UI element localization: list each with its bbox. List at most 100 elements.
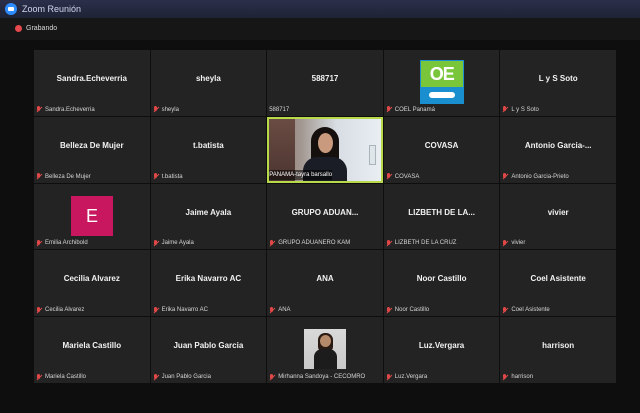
participant-tile[interactable]: Mariela Castillo Mariela Castillo [34, 317, 150, 383]
participant-name-label: Erika Navarro AC [153, 305, 208, 315]
mic-muted-icon [386, 373, 392, 381]
mic-muted-icon [36, 306, 42, 314]
zoom-logo-icon [5, 3, 17, 15]
participant-name-label: sheyla [153, 105, 179, 115]
participant-tile[interactable]: Cecilia Alvarez Cecilia Alvarez [34, 250, 150, 317]
participant-tile[interactable]: OE COEL Panamá [383, 50, 500, 116]
participant-display-name: 588717 [311, 74, 339, 83]
participant-name-label: harrison [502, 372, 533, 382]
mic-muted-icon [153, 239, 159, 247]
participant-tile[interactable]: harrison harrison [500, 317, 616, 383]
participant-tile[interactable]: 588717 588717 [267, 50, 383, 116]
profile-photo [304, 329, 347, 370]
participant-display-name: sheyla [195, 74, 221, 83]
participant-name-label: COEL Panamá [386, 105, 435, 115]
coel-logo-image: OE [419, 60, 464, 104]
participant-name-label: LIZBETH DE LA CRUZ [386, 238, 456, 248]
recording-indicator[interactable]: Grabando [0, 18, 640, 40]
participant-display-name: Cecilia Alvarez [63, 274, 120, 284]
mic-muted-icon [36, 106, 42, 113]
participant-tile[interactable]: ANA ANA [267, 250, 383, 317]
participant-tile[interactable]: GRUPO ADUAN... GRUPO ADUANERO KAM [267, 183, 383, 250]
participant-display-name: Jaime Ayala [185, 207, 232, 217]
participant-name-label: Juan Pablo Garcia [153, 372, 211, 382]
participant-name-label: vivier [502, 238, 525, 248]
participant-tile[interactable]: Sandra.Echeverria Sandra.Echeverria [34, 50, 150, 116]
participant-display-name: Antonio Garcia-... [524, 140, 592, 150]
participant-name-label: COVASA [386, 172, 419, 182]
participant-tile[interactable]: Coel Asistente Coel Asistente [500, 250, 616, 317]
mic-muted-icon [269, 306, 275, 314]
participant-name-label: Jaime Ayala [153, 238, 194, 248]
participant-name-label: Noor Castillo [386, 305, 429, 315]
participant-name-label: Belleza De Mujer [36, 172, 91, 182]
participant-name-label: L y S Soto [502, 105, 539, 115]
participant-display-name: Erika Navarro AC [175, 274, 242, 284]
recording-dot-icon [15, 25, 22, 32]
mic-muted-icon [153, 373, 159, 381]
participant-display-name: Mariela Castillo [62, 341, 122, 351]
active-speaker-tile[interactable]: PANAMA-tayra barsallo [267, 116, 383, 183]
participant-name-label: 588717 [269, 106, 290, 113]
participant-tile[interactable]: vivier vivier [500, 183, 616, 250]
mic-muted-icon [36, 173, 42, 180]
mic-muted-icon [502, 173, 508, 180]
participant-name-label: Luz.Vergara [386, 372, 427, 382]
participant-name-label: GRUPO ADUANERO KAM [269, 238, 350, 248]
participant-tile[interactable]: Juan Pablo Garcia Juan Pablo Garcia [150, 317, 267, 383]
mic-muted-icon [386, 106, 392, 113]
participant-display-name: L y S Soto [538, 74, 578, 83]
participant-name-label: Coel Asistente [502, 305, 550, 315]
participant-tile[interactable]: LIZBETH DE LA... LIZBETH DE LA CRUZ [383, 183, 500, 250]
mic-muted-icon [386, 306, 392, 314]
participant-tile[interactable]: Noor Castillo Noor Castillo [383, 250, 500, 317]
mic-muted-icon [153, 173, 159, 180]
mic-muted-icon [153, 306, 159, 314]
participant-name-label: Cecilia Alvarez [36, 305, 84, 315]
recording-label: Grabando [26, 25, 58, 32]
mic-muted-icon [153, 106, 159, 113]
participant-display-name: Luz.Vergara [418, 341, 465, 351]
window-title: Zoom Reunión [22, 4, 82, 14]
participant-display-name: t.batista [193, 140, 224, 150]
participant-name-label: Emilia Archibold [36, 238, 88, 248]
participant-name-label: Mirhanna Sandoya - CECOMRO [269, 372, 365, 382]
participant-tile[interactable]: Jaime Ayala Jaime Ayala [150, 183, 267, 250]
participant-display-name: vivier [547, 207, 569, 217]
mic-muted-icon [269, 239, 275, 247]
window-titlebar: Zoom Reunión [0, 0, 640, 18]
participant-display-name: Juan Pablo Garcia [173, 341, 244, 351]
participant-tile[interactable]: L y S Soto L y S Soto [500, 50, 616, 116]
gallery-grid: Sandra.Echeverria Sandra.Echeverria shey… [34, 50, 616, 383]
mic-muted-icon [386, 239, 392, 247]
participant-tile[interactable]: Belleza De Mujer Belleza De Mujer [34, 116, 150, 183]
participant-display-name: Coel Asistente [530, 274, 586, 284]
participant-tile[interactable]: Antonio Garcia-... Antonio Garcia-Prieto [500, 116, 616, 183]
participant-tile[interactable]: Luz.Vergara Luz.Vergara [383, 317, 500, 383]
participant-tile[interactable]: Mirhanna Sandoya - CECOMRO [267, 317, 383, 383]
participant-display-name: Noor Castillo [416, 274, 467, 284]
mic-muted-icon [502, 306, 508, 314]
participant-tile[interactable]: COVASA COVASA [383, 116, 500, 183]
participant-name-label: Antonio Garcia-Prieto [502, 172, 569, 182]
mic-muted-icon [386, 173, 392, 180]
participant-display-name: ANA [316, 274, 334, 284]
participant-name-label: Sandra.Echeverria [36, 105, 95, 115]
participant-tile[interactable]: E Emilia Archibold [34, 183, 150, 250]
avatar: E [71, 195, 113, 236]
participant-name-label: Mariela Castillo [36, 372, 86, 382]
participant-tile[interactable]: Erika Navarro AC Erika Navarro AC [150, 250, 267, 317]
mic-muted-icon [269, 373, 275, 381]
participant-display-name: harrison [542, 341, 575, 351]
participant-display-name: COVASA [424, 140, 459, 150]
participant-name-label: PANAMA-tayra barsallo [269, 169, 333, 180]
participant-tile[interactable]: t.batista t.batista [150, 116, 267, 183]
participant-display-name: Sandra.Echeverria [56, 74, 127, 83]
mic-muted-icon [502, 106, 508, 113]
mic-muted-icon [502, 373, 508, 381]
mic-muted-icon [36, 239, 42, 247]
participant-tile[interactable]: sheyla sheyla [150, 50, 267, 116]
mic-muted-icon [36, 373, 42, 381]
participant-display-name: Belleza De Mujer [60, 140, 124, 150]
participant-name-label: ANA [269, 305, 291, 315]
